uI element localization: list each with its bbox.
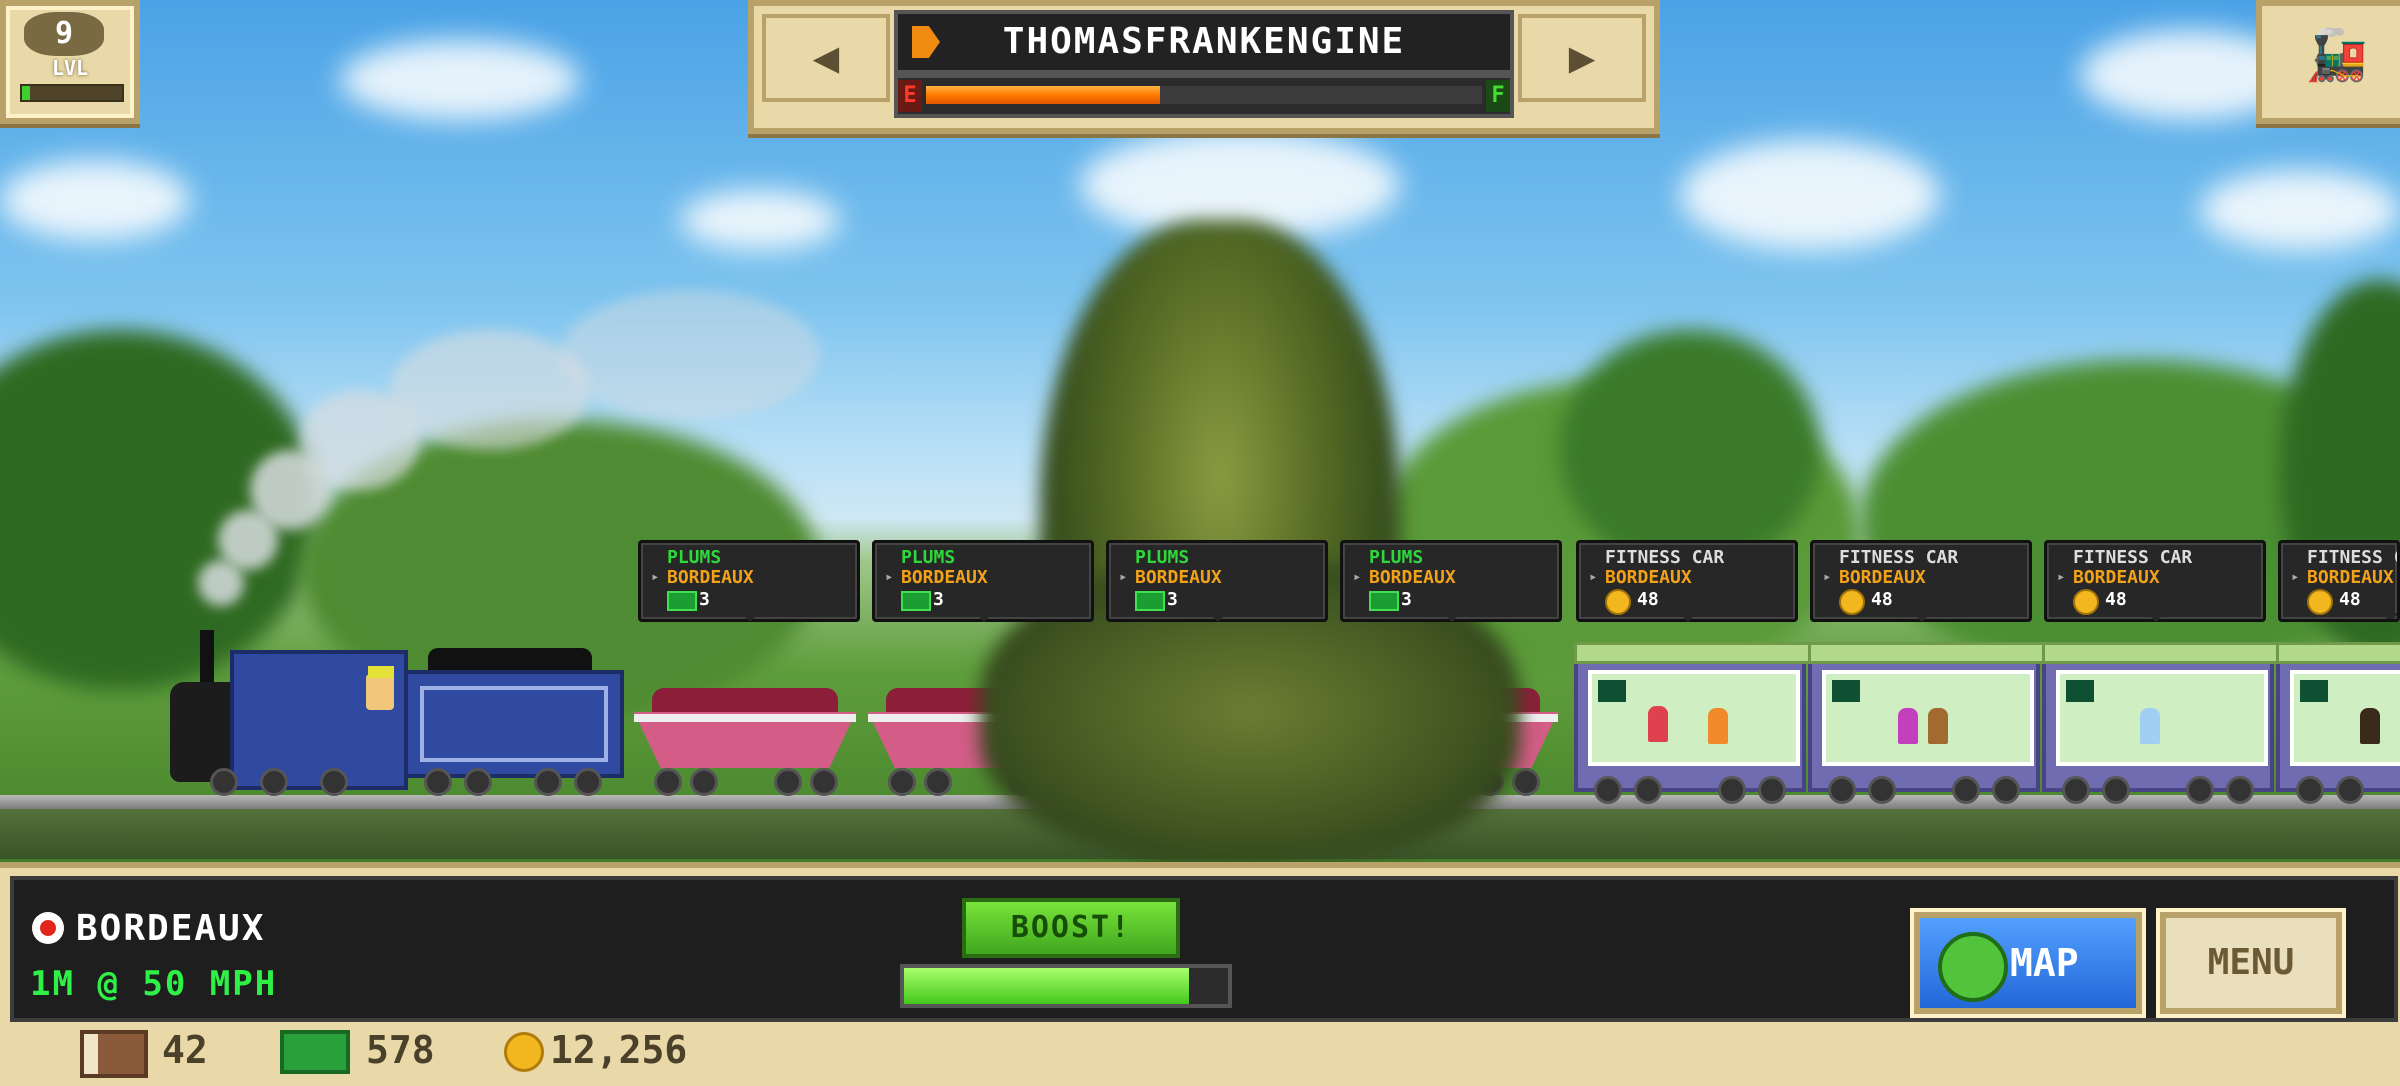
caret-right-icon: ▸ — [1353, 569, 1362, 585]
car-tooltip[interactable]: FITNESS CAR ▸ BORDEAUX 48 — [1810, 540, 2032, 622]
train-icon: 🚂 — [2305, 26, 2369, 84]
station-marker-icon — [32, 912, 64, 944]
passenger-car-fitness[interactable] — [1574, 642, 1812, 804]
cash-count: 578 — [366, 1028, 435, 1072]
car-tooltip[interactable]: FITNESS CAR ▸ BORDEAUX 48 — [1576, 540, 1798, 622]
fuel-empty-label: E — [898, 80, 922, 112]
car-payout: 48 — [2105, 589, 2127, 610]
car-name: FITNESS CAR — [2307, 547, 2397, 568]
car-destination: BORDEAUX — [2073, 567, 2160, 588]
coin-icon — [2073, 589, 2099, 615]
fuel-gauge: E F — [894, 74, 1514, 118]
coin-icon — [2307, 589, 2333, 615]
cash-icon — [1369, 591, 1399, 611]
crates-resource[interactable]: 42 — [80, 1020, 260, 1080]
engine-flag-icon — [912, 26, 940, 58]
passenger-car-fitness[interactable] — [2042, 642, 2280, 804]
caret-right-icon: ▸ — [2291, 569, 2300, 585]
caret-right-icon: ▸ — [651, 569, 660, 585]
car-tooltip[interactable]: PLUMS ▸ BORDEAUX 3 — [872, 540, 1094, 622]
cash-icon — [667, 591, 697, 611]
car-payout: 48 — [1871, 589, 1893, 610]
cargo-name: PLUMS — [1369, 547, 1424, 568]
car-destination: BORDEAUX — [1839, 567, 1926, 588]
cash-resource[interactable]: 578 — [280, 1020, 460, 1080]
boost-meter — [900, 964, 1232, 1008]
boost-button[interactable]: BOOST! — [962, 898, 1180, 958]
level-badge[interactable]: 9 LVL — [0, 0, 140, 124]
train-yard-button[interactable]: 🚂 — [2256, 0, 2400, 124]
car-destination: BORDEAUX — [667, 567, 754, 588]
map-label: MAP — [2010, 941, 2079, 985]
caret-right-icon: ▸ — [1823, 569, 1832, 585]
crate-icon — [80, 1030, 148, 1078]
car-tooltip[interactable]: PLUMS ▸ BORDEAUX 3 — [638, 540, 860, 622]
fuel-level — [926, 86, 1160, 104]
car-destination: BORDEAUX — [901, 567, 988, 588]
coins-count: 12,256 — [550, 1028, 688, 1072]
car-payout: 48 — [2339, 589, 2361, 610]
level-label: LVL — [51, 56, 89, 80]
car-tooltip[interactable]: FITNESS CAR ▸ BORDEAUX 48 — [2044, 540, 2266, 622]
cash-stack-icon — [280, 1030, 350, 1074]
locomotive[interactable] — [170, 610, 408, 796]
next-station: BORDEAUX — [76, 908, 266, 949]
globe-icon — [1938, 932, 2008, 1002]
level-progress-bar — [20, 84, 124, 102]
caret-right-icon: ▸ — [1119, 569, 1128, 585]
car-name: FITNESS CAR — [1605, 547, 1725, 568]
next-engine-button[interactable]: ▶ — [1518, 14, 1646, 102]
coins-resource[interactable]: 12,256 — [504, 1020, 724, 1080]
car-payout: 3 — [1167, 589, 1178, 610]
caret-right-icon: ▸ — [885, 569, 894, 585]
car-destination: BORDEAUX — [1135, 567, 1222, 588]
cargo-car-plums[interactable] — [634, 688, 856, 796]
coin-icon — [1605, 589, 1631, 615]
caret-right-icon: ▸ — [1589, 569, 1598, 585]
menu-button[interactable]: MENU — [2156, 908, 2346, 1018]
engine-name: THOMASFRANKENGINE — [1002, 21, 1406, 62]
car-destination: BORDEAUX — [1605, 567, 1692, 588]
engine-name-label[interactable]: THOMASFRANKENGINE — [894, 10, 1514, 74]
coin-icon — [1839, 589, 1865, 615]
car-tooltip[interactable]: PLUMS ▸ BORDEAUX 3 — [1340, 540, 1562, 622]
crates-count: 42 — [162, 1028, 208, 1072]
car-payout: 3 — [933, 589, 944, 610]
status-panel: BORDEAUX 1M @ 50 MPH BOOST! MAP MENU — [10, 876, 2398, 1022]
car-destination: BORDEAUX — [2307, 567, 2394, 588]
fuel-full-label: F — [1486, 80, 1510, 112]
caret-right-icon: ▸ — [2057, 569, 2066, 585]
car-payout: 48 — [1637, 589, 1659, 610]
cash-icon — [901, 591, 931, 611]
car-tooltip[interactable]: PLUMS ▸ BORDEAUX 3 — [1106, 540, 1328, 622]
passenger-car-fitness[interactable] — [1808, 642, 2046, 804]
map-button[interactable]: MAP — [1910, 908, 2146, 1018]
passenger-car-fitness[interactable] — [2276, 642, 2400, 804]
car-name: FITNESS CAR — [1839, 547, 1959, 568]
cargo-name: PLUMS — [667, 547, 722, 568]
tender[interactable] — [404, 648, 624, 796]
cash-icon — [1135, 591, 1165, 611]
distance-speed: 1M @ 50 MPH — [30, 964, 278, 1004]
car-destination: BORDEAUX — [1369, 567, 1456, 588]
car-payout: 3 — [1401, 589, 1412, 610]
engine-panel: ◀ ▶ THOMASFRANKENGINE E F — [748, 0, 1660, 134]
level-number: 9 — [24, 12, 104, 56]
cargo-name: PLUMS — [901, 547, 956, 568]
prev-engine-button[interactable]: ◀ — [762, 14, 890, 102]
car-payout: 3 — [699, 589, 710, 610]
cargo-name: PLUMS — [1135, 547, 1190, 568]
car-tooltip[interactable]: FITNESS CAR ▸ BORDEAUX 48 — [2278, 540, 2400, 622]
bottom-hud: BORDEAUX 1M @ 50 MPH BOOST! MAP MENU 42 … — [0, 862, 2400, 1086]
coin-icon — [504, 1032, 544, 1072]
car-name: FITNESS CAR — [2073, 547, 2193, 568]
